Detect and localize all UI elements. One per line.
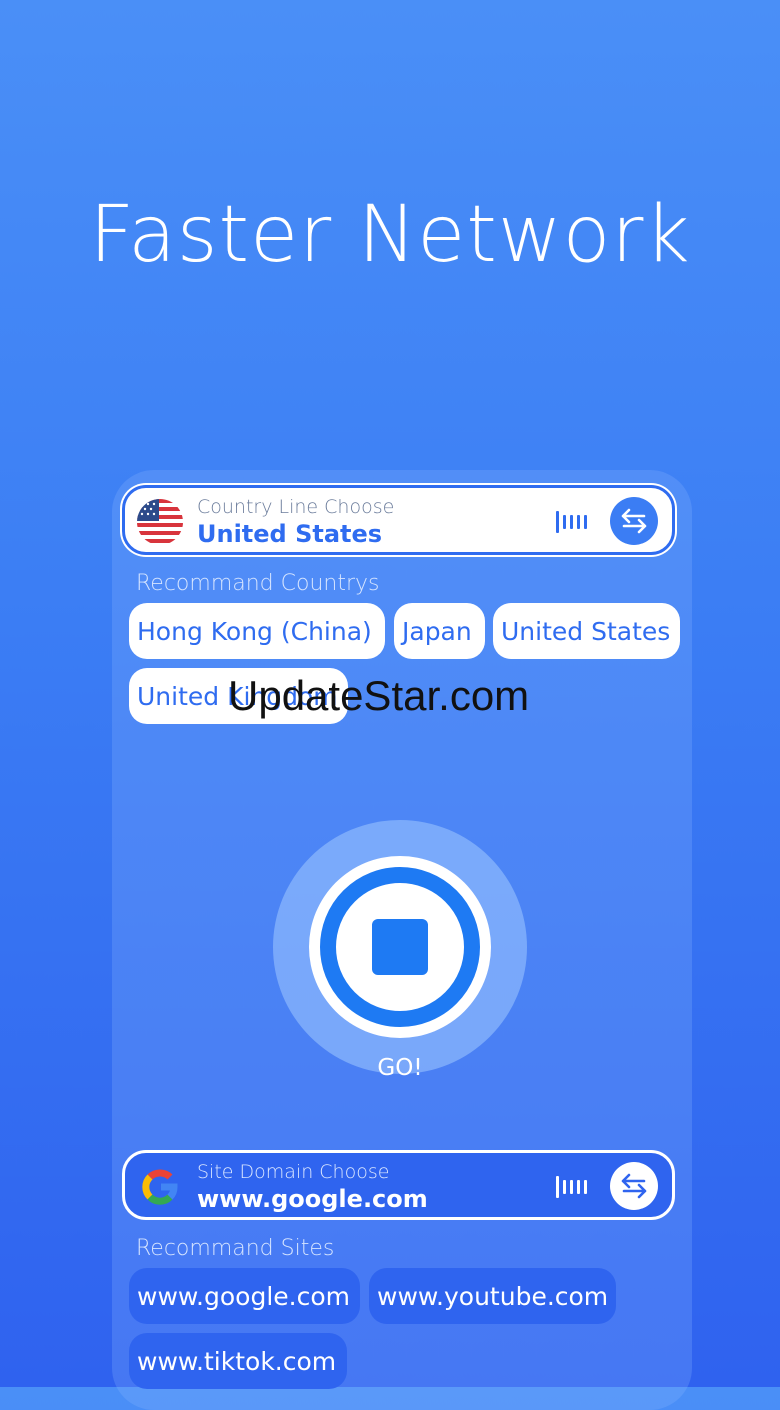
site-chip-youtube[interactable]: www.youtube.com <box>369 1268 616 1324</box>
signal-bars-icon <box>556 1175 587 1199</box>
country-selector-value: United States <box>197 520 383 548</box>
swap-arrows-icon[interactable] <box>610 497 658 545</box>
site-domain-selector[interactable]: Site Domain Choose www.google.com <box>122 1150 675 1220</box>
country-chip-united-states[interactable]: United States <box>493 603 680 659</box>
swap-arrows-icon[interactable] <box>610 1162 658 1210</box>
country-line-selector[interactable]: Country Line Choose United States <box>122 485 675 555</box>
headline: Faster Network <box>89 190 691 280</box>
go-label: GO! <box>377 1055 423 1081</box>
recommend-countries-title: Recommand Countrys <box>136 571 380 596</box>
recommend-sites-title: Recommand Sites <box>136 1236 335 1261</box>
country-chip-japan[interactable]: Japan <box>394 603 485 659</box>
site-chip-google[interactable]: www.google.com <box>129 1268 360 1324</box>
site-chip-tiktok[interactable]: www.tiktok.com <box>129 1333 347 1389</box>
signal-bars-icon <box>556 510 587 534</box>
us-flag-icon <box>137 499 183 545</box>
site-selector-label: Site Domain Choose <box>197 1161 390 1183</box>
stop-square-icon[interactable] <box>372 919 428 975</box>
watermark: UpdateStar.com <box>228 672 530 719</box>
site-selector-value: www.google.com <box>197 1185 428 1213</box>
google-g-icon <box>137 1164 183 1210</box>
country-chip-hong-kong[interactable]: Hong Kong (China) <box>129 603 385 659</box>
country-selector-label: Country Line Choose <box>197 496 395 518</box>
